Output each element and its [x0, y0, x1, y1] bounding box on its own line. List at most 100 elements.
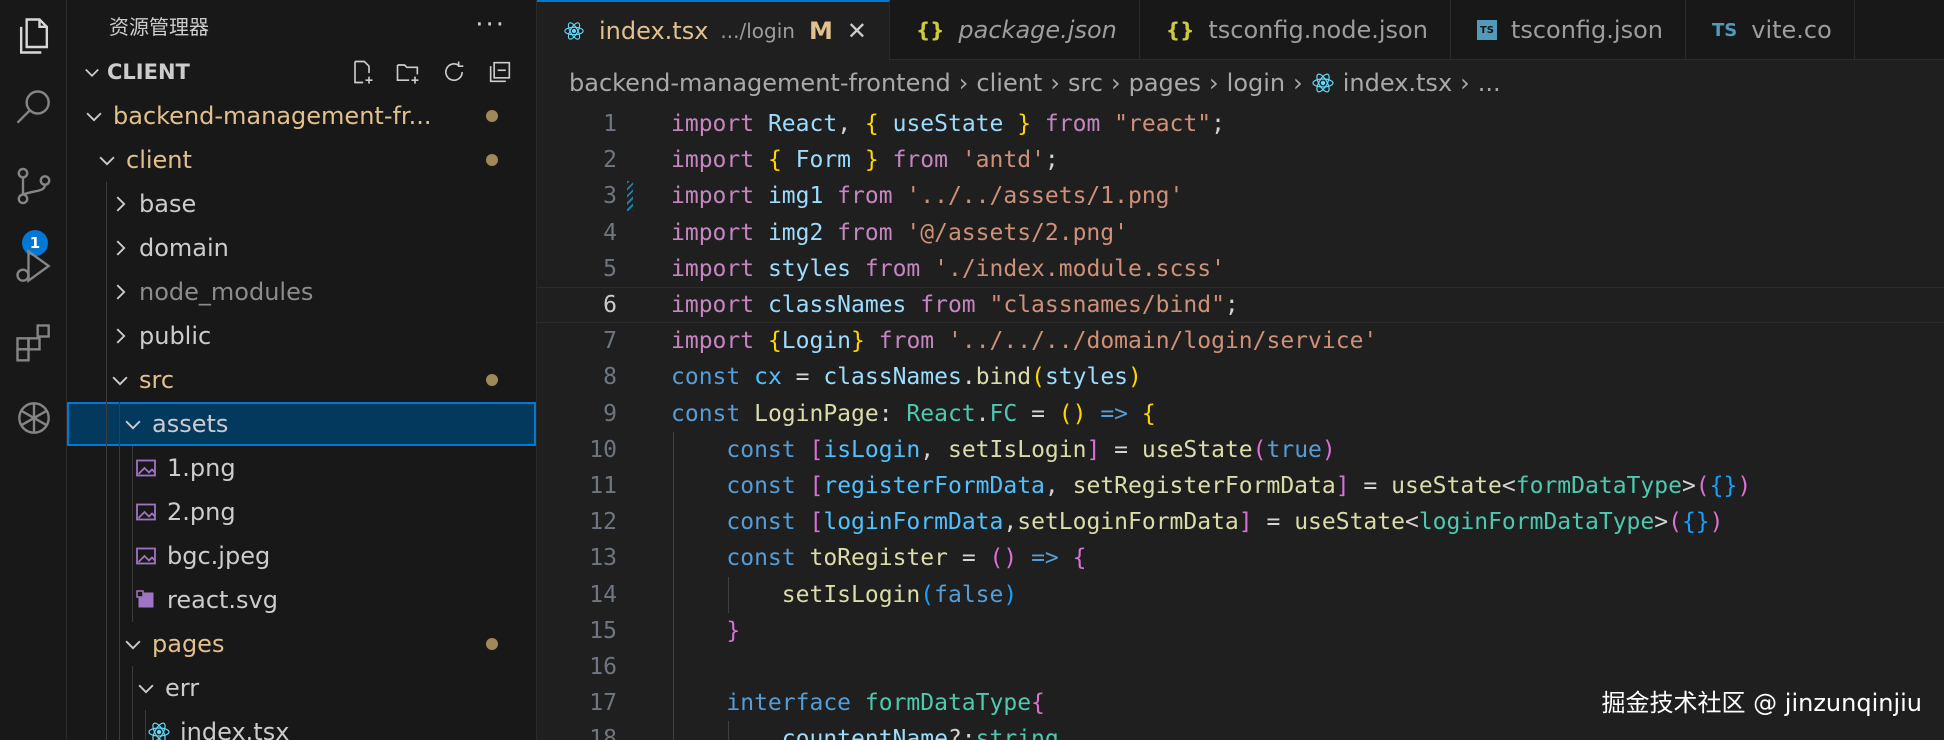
- code-token: React: [767, 111, 838, 138]
- code-text: const [isLogin, setIsLogin] = useState(t…: [671, 436, 1335, 463]
- more-actions-icon[interactable]: ···: [475, 10, 506, 40]
- tree-item-bgc-jpeg[interactable]: bgc.jpeg: [67, 534, 536, 578]
- code-token: ,: [1003, 509, 1018, 536]
- explorer-icon[interactable]: [0, 6, 67, 66]
- new-folder-icon[interactable]: [392, 56, 424, 88]
- code-token: ): [1737, 472, 1752, 499]
- code-line[interactable]: 4 import img2 from '@/assets/2.png': [537, 215, 1944, 251]
- breadcrumb-item[interactable]: index.tsx: [1343, 69, 1452, 97]
- code-token: .: [961, 364, 976, 391]
- tab-bar: index.tsx .../login M ✕ {} package.json {} tsco…: [537, 0, 1944, 60]
- git-modified-flag: M: [808, 17, 833, 45]
- line-number: 9: [603, 400, 617, 427]
- run-debug-icon[interactable]: [0, 236, 67, 296]
- breadcrumb-item[interactable]: src: [1068, 69, 1103, 97]
- tab-index-tsx[interactable]: index.tsx .../login M ✕: [537, 0, 890, 60]
- breadcrumb-item[interactable]: backend-management-frontend: [569, 69, 951, 97]
- code-line[interactable]: 2 import { Form } from 'antd';: [537, 142, 1944, 178]
- code-line[interactable]: 18 countentName?:string,: [537, 721, 1944, 740]
- code-view[interactable]: 1 import React, { useState } from "react"…: [537, 106, 1944, 740]
- code-text: import { Form } from 'antd';: [671, 147, 1059, 173]
- tree-item-base[interactable]: base: [67, 182, 536, 226]
- code-text: interface formDataType{: [671, 690, 1045, 716]
- image-file-icon: [133, 543, 159, 569]
- source-control-icon[interactable]: [0, 156, 67, 216]
- code-token: {}: [1681, 509, 1710, 536]
- tree-item-pages[interactable]: pages: [67, 622, 536, 666]
- tab-vite-co[interactable]: TS vite.co: [1686, 0, 1855, 60]
- code-text: const [loginFormData,setLoginFormData] =…: [671, 509, 1724, 536]
- activity-bar: 1: [0, 0, 67, 740]
- extensions-icon[interactable]: [0, 312, 67, 372]
- chevron-down-icon: [77, 62, 107, 82]
- collapse-all-icon[interactable]: [484, 56, 516, 88]
- code-line[interactable]: 1 import React, { useState } from "react"…: [537, 106, 1944, 142]
- json-icon: {}: [915, 18, 945, 42]
- code-token: ): [1709, 509, 1724, 536]
- close-tab-icon[interactable]: ✕: [847, 17, 867, 45]
- code-line[interactable]: 16: [537, 649, 1944, 685]
- search-icon[interactable]: [0, 78, 67, 138]
- tree-item-label: 1.png: [167, 454, 236, 482]
- tree-item-2-png[interactable]: 2.png: [67, 490, 536, 534]
- tree-item-node-modules[interactable]: node_modules: [67, 270, 536, 314]
- svg-file-icon: [133, 587, 159, 613]
- code-token: classNames: [823, 364, 962, 391]
- tree-item-backend-management-fr-[interactable]: backend-management-fr...: [67, 94, 536, 138]
- code-line[interactable]: 14 setIsLogin(false): [537, 576, 1944, 612]
- tree-item-public[interactable]: public: [67, 314, 536, 358]
- breadcrumb-separator: ›: [1050, 69, 1060, 97]
- tree-item-index-tsx[interactable]: index.tsx: [67, 710, 536, 740]
- editor-area: index.tsx .../login M ✕ {} package.json {} tsco…: [537, 0, 1944, 740]
- breadcrumb-item[interactable]: ...: [1478, 69, 1501, 97]
- code-line[interactable]: 11 const [registerFormData, setRegisterF…: [537, 468, 1944, 504]
- breadcrumb-item[interactable]: login: [1227, 69, 1285, 97]
- workspace-section-header[interactable]: CLIENT: [67, 50, 536, 94]
- code-line[interactable]: 15 }: [537, 613, 1944, 649]
- breadcrumb-separator: ›: [1110, 69, 1121, 97]
- tree-item-domain[interactable]: domain: [67, 226, 536, 270]
- code-line[interactable]: 5 import styles from './index.module.scss…: [537, 251, 1944, 287]
- breadcrumb-item[interactable]: client: [976, 69, 1042, 97]
- code-token: :: [878, 400, 907, 427]
- code-token: false: [934, 581, 1004, 608]
- modified-dot: [486, 110, 498, 122]
- code-text: }: [671, 618, 740, 644]
- code-token: setLoginFormData: [1017, 509, 1239, 536]
- indent-guide: [145, 710, 146, 740]
- tab-package-json[interactable]: {} package.json: [890, 0, 1140, 60]
- line-number: 2: [603, 147, 617, 174]
- new-file-icon[interactable]: [346, 56, 378, 88]
- code-line[interactable]: 12 const [loginFormData,setLoginFormData…: [537, 504, 1944, 540]
- indent-guide: [106, 710, 107, 740]
- refresh-icon[interactable]: [438, 56, 470, 88]
- tree-item-src[interactable]: src: [67, 358, 536, 402]
- code-line[interactable]: 7 import {Login} from '../../../domain/lo…: [537, 323, 1944, 359]
- line-number: 18: [589, 726, 617, 740]
- tree-item-react-svg[interactable]: react.svg: [67, 578, 536, 622]
- tree-item-client[interactable]: client: [67, 138, 536, 182]
- code-line[interactable]: 3 import img1 from '../../assets/1.png': [537, 178, 1944, 214]
- openai-icon[interactable]: [0, 388, 67, 448]
- tree-item-1-png[interactable]: 1.png: [67, 446, 536, 490]
- code-token: ]: [1335, 472, 1350, 499]
- code-token: styles: [1044, 364, 1129, 391]
- code-line[interactable]: 9 const LoginPage: React.FC = () => {: [537, 396, 1944, 432]
- code-line[interactable]: 13 const toRegister = () => {: [537, 540, 1944, 576]
- indent-guide: [132, 534, 133, 578]
- tree-item-assets[interactable]: assets: [67, 402, 536, 446]
- tree-item-err[interactable]: err: [67, 666, 536, 710]
- code-token: ,: [920, 436, 948, 463]
- chevron-down-icon: [81, 105, 107, 127]
- tab-tsconfig-json[interactable]: TS tsconfig.json: [1451, 0, 1686, 60]
- breadcrumb-separator: ›: [958, 69, 969, 97]
- code-line[interactable]: 8 const cx = classNames.bind(styles): [537, 359, 1944, 395]
- code-token: '@/assets/2.png': [906, 219, 1128, 246]
- code-token: import: [671, 147, 768, 174]
- indent-guide: [119, 578, 120, 622]
- code-token: "classnames/bind": [989, 292, 1225, 319]
- code-line[interactable]: 10 const [isLogin, setIsLogin] = useStat…: [537, 432, 1944, 468]
- breadcrumb-item[interactable]: pages: [1129, 69, 1201, 97]
- tab-tsconfig-node-json[interactable]: {} tsconfig.node.json: [1140, 0, 1451, 60]
- code-line[interactable]: 6 import classNames from "classnames/bind…: [537, 286, 1944, 324]
